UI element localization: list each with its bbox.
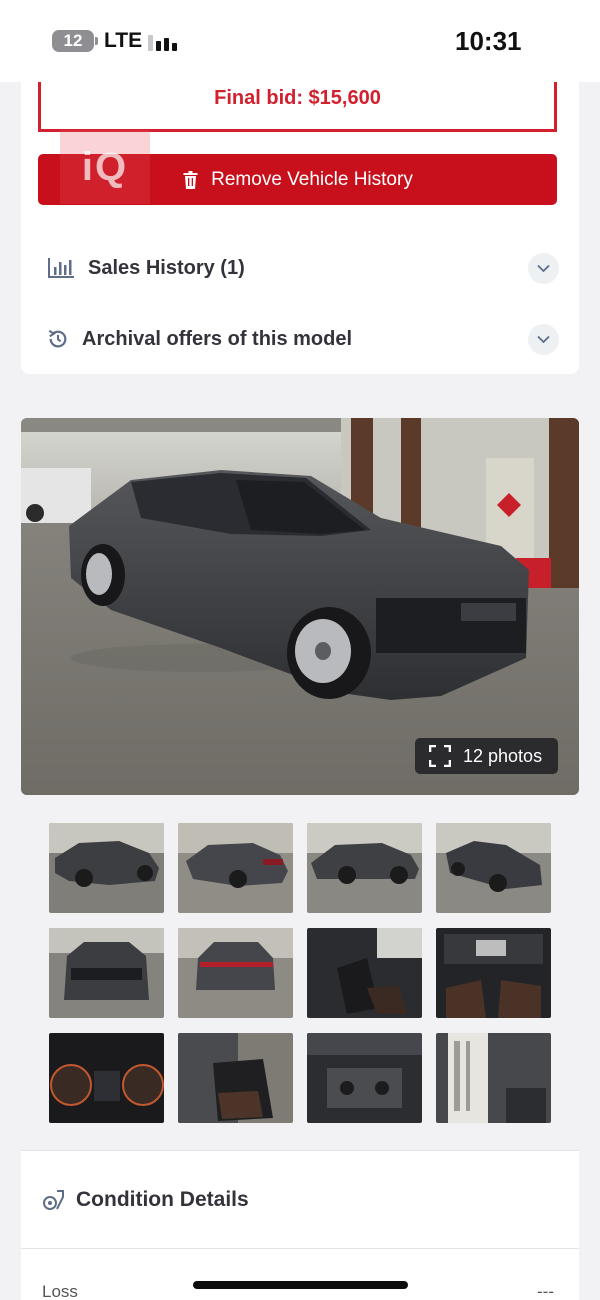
chevron-down-icon — [537, 264, 550, 273]
archival-offers-expand-button[interactable] — [528, 324, 559, 355]
status-bar: 12 LTE 10:31 — [0, 0, 600, 82]
condition-card — [21, 1150, 579, 1300]
thumbnail-9[interactable] — [49, 1033, 164, 1123]
thumbnail-12[interactable] — [436, 1033, 551, 1123]
thumbnail-4[interactable] — [436, 823, 551, 913]
bar-chart-icon — [48, 258, 74, 278]
loss-label: Loss — [42, 1282, 78, 1300]
thumbnail-6[interactable] — [178, 928, 293, 1018]
chevron-down-icon — [537, 335, 550, 344]
loss-value: --- — [537, 1282, 554, 1300]
wrench-gear-icon — [43, 1190, 64, 1210]
thumbnail-2[interactable] — [178, 823, 293, 913]
sales-history-expand-button[interactable] — [528, 253, 559, 284]
clock: 10:31 — [455, 26, 522, 56]
condition-details-title: Condition Details — [76, 1188, 249, 1211]
thumbnail-8[interactable] — [436, 928, 551, 1018]
divider — [21, 1248, 579, 1249]
thumbnail-1[interactable] — [49, 823, 164, 913]
sales-history-label: Sales History (1) — [88, 256, 245, 279]
thumbnail-11[interactable] — [307, 1033, 422, 1123]
final-bid-banner: Final bid: $15,600 — [38, 82, 557, 132]
sales-history-row[interactable]: Sales History (1) — [21, 238, 579, 298]
iq-watermark-logo: iQ — [60, 130, 150, 204]
archival-offers-label: Archival offers of this model — [82, 327, 353, 350]
photo-count-badge[interactable]: 12 photos — [415, 738, 558, 774]
remove-vehicle-history-label: Remove Vehicle History — [211, 168, 413, 190]
fullscreen-icon — [429, 745, 451, 767]
archival-offers-row[interactable]: Archival offers of this model — [21, 309, 579, 369]
signal-icon — [148, 31, 180, 51]
history-icon — [48, 329, 67, 348]
thumbnail-7[interactable] — [307, 928, 422, 1018]
thumbnail-10[interactable] — [178, 1033, 293, 1123]
trash-icon — [183, 170, 198, 189]
home-indicator[interactable] — [193, 1281, 408, 1289]
thumbnail-3[interactable] — [307, 823, 422, 913]
thumbnail-5[interactable] — [49, 928, 164, 1018]
network-type: LTE — [104, 29, 143, 52]
battery-indicator: 12 — [52, 30, 98, 52]
photo-count-label: 12 photos — [463, 745, 543, 766]
